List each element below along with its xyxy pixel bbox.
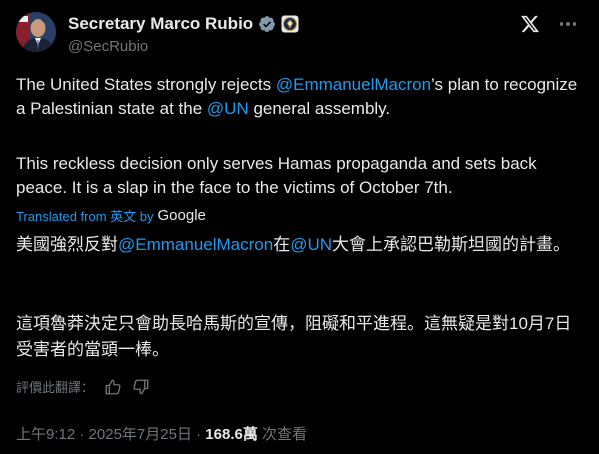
views-label: 次查看 [257, 426, 308, 443]
post-time[interactable]: 上午9:12 [16, 426, 75, 443]
thumbs-up-icon[interactable] [104, 378, 122, 396]
translated-from-notice: Translated from 英文 by Google [16, 206, 206, 225]
post-card: Secretary Marco Rubio @SecRubio The Unit… [0, 0, 599, 454]
views-count: 168.6萬 [205, 426, 258, 443]
more-options-icon[interactable] [556, 14, 580, 34]
translated-mention-un[interactable]: @UN [290, 235, 332, 254]
translated-label: Translated from 英文 by [16, 209, 154, 224]
government-seal-icon [281, 15, 299, 33]
translated-paragraph-2: 這項魯莽決定只會助長哈馬斯的宣傳，阻礙和平進程。這無疑是對10月7日受害者的當頭… [16, 314, 572, 359]
mention-emmanuelmacron[interactable]: @EmmanuelMacron [276, 75, 431, 94]
google-logo: Google [157, 207, 206, 224]
post-text-paragraph-1: The United States strongly rejects @Emma… [16, 75, 578, 118]
author-name-row: Secretary Marco Rubio [68, 13, 299, 35]
translated-mention-emmanuelmacron[interactable]: @EmmanuelMacron [118, 235, 273, 254]
post-meta-row: 上午9:12 · 2025年7月25日 · 168.6萬 次查看 [16, 426, 308, 443]
post-date[interactable]: 2025年7月25日 [89, 426, 192, 443]
rate-translation-label: 評價此翻譯： [16, 380, 95, 395]
author-avatar[interactable] [16, 12, 56, 52]
author-display-name[interactable]: Secretary Marco Rubio [68, 14, 253, 34]
post-text-paragraph-2: This reckless decision only serves Hamas… [16, 154, 537, 197]
mention-un[interactable]: @UN [207, 99, 249, 118]
verified-badge-icon[interactable] [258, 15, 276, 33]
x-logo-icon[interactable] [520, 14, 540, 34]
thumbs-down-icon[interactable] [132, 378, 150, 396]
translated-paragraph-1: 美國強烈反對@EmmanuelMacron在@UN大會上承認巴勒斯坦國的計畫。 [16, 235, 571, 254]
rate-translation-row: 評價此翻譯： [16, 377, 150, 396]
author-handle[interactable]: @SecRubio [68, 38, 148, 55]
